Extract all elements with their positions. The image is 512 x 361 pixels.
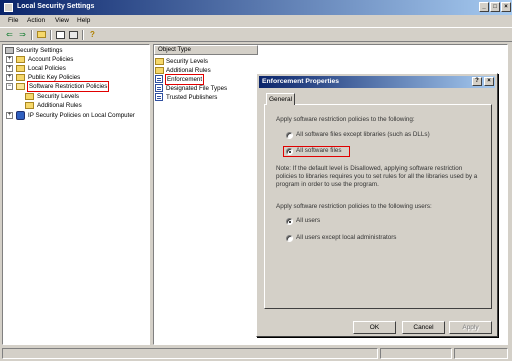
column-header-object-type[interactable]: Object Type: [154, 45, 258, 55]
folder-icon: [16, 74, 25, 81]
list-item-label: Security Levels: [166, 58, 208, 65]
option-except-admins-label[interactable]: All users except local administrators: [296, 234, 476, 242]
status-cell-2: [380, 348, 452, 359]
enforcement-properties-dialog: Enforcement Properties ? × General Apply…: [256, 73, 498, 337]
refresh-icon[interactable]: [68, 30, 79, 40]
folder-icon: [25, 93, 34, 100]
app-icon: [4, 3, 13, 12]
tree-item-software-restriction-policies[interactable]: − Software Restriction Policies: [6, 81, 146, 92]
status-cell-3: [454, 348, 508, 359]
tree-label: Local Policies: [28, 65, 66, 72]
apply-button[interactable]: Apply: [449, 321, 492, 334]
forward-arrow-icon[interactable]: ⇒: [17, 30, 28, 40]
menu-action[interactable]: Action: [27, 17, 45, 24]
expand-icon[interactable]: +: [6, 74, 13, 81]
maximize-button[interactable]: □: [490, 2, 500, 12]
menu-view[interactable]: View: [55, 17, 69, 24]
dialog-close-button[interactable]: ×: [484, 77, 494, 86]
tree-label: Security Levels: [37, 93, 79, 100]
menu-file[interactable]: File: [8, 17, 18, 24]
tree-label: Security Settings: [16, 47, 63, 54]
toolbar-separator: [50, 30, 52, 40]
option-all-files-label[interactable]: All software files: [296, 147, 356, 155]
toolbar-separator: [82, 30, 84, 40]
tree-item-ip-security-policies[interactable]: + IP Security Policies on Local Computer: [6, 111, 148, 120]
tree-item-security-levels[interactable]: Security Levels: [25, 92, 145, 101]
collapse-icon[interactable]: −: [6, 83, 13, 90]
tree-item-additional-rules[interactable]: Additional Rules: [25, 101, 145, 110]
list-item-label: Trusted Publishers: [166, 94, 218, 101]
window-title: Local Security Settings: [17, 3, 95, 10]
ip-security-icon: [16, 111, 25, 120]
general-tab-panel: Apply software restriction policies to t…: [264, 104, 492, 309]
tree-label: Account Policies: [28, 56, 74, 63]
note-text: Note: If the default level is Disallowed…: [276, 165, 478, 189]
tab-general[interactable]: General: [266, 93, 295, 105]
folder-icon: [155, 58, 164, 65]
help-icon[interactable]: ?: [87, 30, 98, 40]
menu-help[interactable]: Help: [77, 17, 90, 24]
close-button[interactable]: ×: [501, 2, 511, 12]
folder-icon: [25, 102, 34, 109]
tree-label-highlighted: Software Restriction Policies: [27, 81, 110, 92]
ok-button[interactable]: OK: [353, 321, 396, 334]
expand-icon[interactable]: +: [6, 65, 13, 72]
menu-bar: File Action View Help: [0, 15, 512, 27]
dialog-title: Enforcement Properties: [262, 78, 340, 85]
tree-item-security-settings[interactable]: Security Settings: [5, 46, 145, 55]
folder-open-icon: [16, 83, 25, 90]
tree-item-account-policies[interactable]: + Account Policies: [6, 55, 146, 64]
minimize-button[interactable]: _: [479, 2, 489, 12]
back-arrow-icon[interactable]: ⇐: [4, 30, 15, 40]
dialog-help-button[interactable]: ?: [472, 77, 482, 86]
status-bar: [0, 346, 512, 361]
expand-icon[interactable]: +: [6, 56, 13, 63]
expand-icon[interactable]: +: [6, 112, 13, 119]
folder-icon: [16, 56, 25, 63]
folder-icon: [16, 65, 25, 72]
toolbar-separator: [31, 30, 33, 40]
toolbar: ⇐ ⇒ ?: [0, 27, 512, 42]
properties-icon[interactable]: [55, 30, 66, 40]
list-item-label: Designated File Types: [166, 85, 228, 92]
users-label: Apply software restriction policies to t…: [276, 203, 432, 210]
security-settings-icon: [5, 47, 14, 54]
radio-all-users[interactable]: [286, 218, 293, 225]
radio-except-admins[interactable]: [286, 235, 293, 242]
up-folder-icon[interactable]: [36, 30, 47, 40]
dialog-title-bar: Enforcement Properties ? ×: [259, 76, 495, 88]
folder-icon: [155, 67, 164, 74]
status-cell-main: [2, 348, 378, 359]
policy-document-icon: [155, 75, 163, 83]
list-item-designated-file-types[interactable]: Designated File Types: [155, 84, 255, 93]
list-item-security-levels[interactable]: Security Levels: [155, 57, 255, 66]
policy-document-icon: [155, 93, 163, 101]
console-tree: Security Settings + Account Policies + L…: [2, 44, 150, 345]
window-title-bar: Local Security Settings _ □ ×: [0, 0, 512, 15]
cancel-button[interactable]: Cancel: [402, 321, 445, 334]
policy-document-icon: [155, 84, 163, 92]
option-all-users-label[interactable]: All users: [296, 217, 356, 225]
list-item-trusted-publishers[interactable]: Trusted Publishers: [155, 93, 255, 102]
tree-label: Additional Rules: [37, 102, 82, 109]
radio-except-libraries[interactable]: [286, 132, 293, 139]
tree-label: IP Security Policies on Local Computer: [28, 112, 135, 119]
list-item-enforcement[interactable]: Enforcement: [155, 74, 255, 85]
tree-item-local-policies[interactable]: + Local Policies: [6, 64, 146, 73]
apply-to-label: Apply software restriction policies to t…: [276, 116, 415, 123]
radio-all-software-files[interactable]: [286, 148, 293, 155]
option-except-libraries-label[interactable]: All software files except libraries (suc…: [296, 131, 486, 139]
